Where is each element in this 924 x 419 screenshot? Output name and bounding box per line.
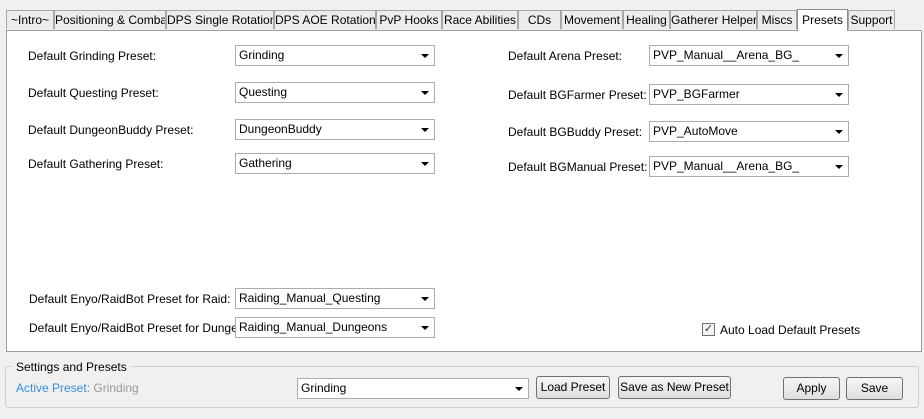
raid-preset-select[interactable]: Raiding_Manual_Questing — [235, 288, 435, 309]
dungeonbuddy-preset-label: Default DungeonBuddy Preset: — [28, 123, 194, 137]
chevron-down-icon — [421, 162, 429, 166]
chevron-down-icon — [421, 54, 429, 58]
active-preset: Active Preset: Grinding — [16, 381, 139, 395]
arena-preset-label: Default Arena Preset: — [508, 49, 623, 63]
tab-healing[interactable]: Healing — [623, 10, 670, 29]
apply-button[interactable]: Apply — [783, 377, 840, 400]
grinding-preset-select[interactable]: Grinding — [235, 45, 435, 66]
load-preset-button[interactable]: Load Preset — [536, 376, 610, 399]
dungeon-preset-value: Raiding_Manual_Dungeons — [239, 320, 388, 334]
tab-miscs[interactable]: Miscs — [757, 10, 797, 29]
chevron-down-icon — [835, 54, 843, 58]
bgmanual-preset-select[interactable]: PVP_Manual__Arena_BG_ — [649, 156, 849, 177]
active-preset-key: Active Preset: — [16, 381, 91, 395]
active-preset-value: Grinding — [93, 381, 139, 395]
auto-load-checkbox[interactable]: ✓ — [702, 323, 715, 336]
gathering-preset-label: Default Gathering Preset: — [28, 157, 164, 171]
preset-select-value: Grinding — [301, 381, 347, 395]
gathering-preset-value: Gathering — [239, 156, 292, 170]
tab-support[interactable]: Support — [848, 10, 895, 29]
tab-cds[interactable]: CDs — [518, 10, 561, 29]
bgbuddy-preset-label: Default BGBuddy Preset: — [508, 125, 643, 139]
presets-panel: Default Grinding Preset: Grinding Defaul… — [6, 30, 922, 352]
preset-select[interactable]: Grinding — [297, 378, 529, 399]
bgfarmer-preset-value: PVP_BGFarmer — [653, 87, 740, 101]
chevron-down-icon — [835, 130, 843, 134]
tab-pvp-hooks[interactable]: PvP Hooks — [376, 10, 442, 29]
chevron-down-icon — [515, 387, 523, 391]
chevron-down-icon — [421, 91, 429, 95]
tab-dps-aoe-rotation[interactable]: DPS AOE Rotation — [274, 10, 376, 29]
tab-race-abilities[interactable]: Race Abilities — [442, 10, 518, 29]
tab-presets[interactable]: Presets — [797, 9, 848, 31]
tab-movement[interactable]: Movement — [561, 10, 623, 29]
save-as-new-preset-button[interactable]: Save as New Preset — [618, 376, 731, 399]
dungeon-preset-select[interactable]: Raiding_Manual_Dungeons — [235, 317, 435, 338]
chevron-down-icon — [421, 326, 429, 330]
dungeon-preset-label: Default Enyo/RaidBot Preset for Dungeon: — [29, 321, 255, 335]
grinding-preset-value: Grinding — [239, 48, 285, 62]
dungeonbuddy-preset-value: DungeonBuddy — [239, 122, 322, 136]
settings-presets-title: Settings and Presets — [12, 360, 131, 374]
tab-intro[interactable]: ~Intro~ — [6, 10, 54, 29]
raid-preset-label: Default Enyo/RaidBot Preset for Raid: — [29, 292, 231, 306]
gathering-preset-select[interactable]: Gathering — [235, 153, 435, 174]
dungeonbuddy-preset-select[interactable]: DungeonBuddy — [235, 119, 435, 140]
chevron-down-icon — [835, 165, 843, 169]
bgfarmer-preset-select[interactable]: PVP_BGFarmer — [649, 84, 849, 105]
bgbuddy-preset-select[interactable]: PVP_AutoMove — [649, 121, 849, 142]
tab-strip: ~Intro~ Positioning & Combat DPS Single … — [0, 0, 924, 31]
raid-preset-value: Raiding_Manual_Questing — [239, 291, 381, 305]
tab-positioning-combat[interactable]: Positioning & Combat — [54, 10, 166, 29]
chevron-down-icon — [421, 297, 429, 301]
chevron-down-icon — [421, 128, 429, 132]
arena-preset-select[interactable]: PVP_Manual__Arena_BG_ — [649, 45, 849, 66]
arena-preset-value: PVP_Manual__Arena_BG_ — [653, 48, 800, 62]
auto-load-label[interactable]: Auto Load Default Presets — [720, 323, 860, 337]
bgmanual-preset-value: PVP_Manual__Arena_BG_ — [653, 159, 800, 173]
bgmanual-preset-label: Default BGManual Preset: — [508, 160, 648, 174]
questing-preset-value: Questing — [239, 85, 288, 99]
questing-preset-label: Default Questing Preset: — [28, 86, 159, 100]
chevron-down-icon — [835, 93, 843, 97]
save-button[interactable]: Save — [846, 377, 903, 400]
bgfarmer-preset-label: Default BGFarmer Preset: — [508, 88, 647, 102]
grinding-preset-label: Default Grinding Preset: — [28, 49, 157, 63]
bgbuddy-preset-value: PVP_AutoMove — [653, 124, 738, 138]
tab-gatherer-helper[interactable]: Gatherer Helper — [670, 10, 757, 29]
tab-dps-single-rotation[interactable]: DPS Single Rotation — [166, 10, 274, 29]
questing-preset-select[interactable]: Questing — [235, 82, 435, 103]
